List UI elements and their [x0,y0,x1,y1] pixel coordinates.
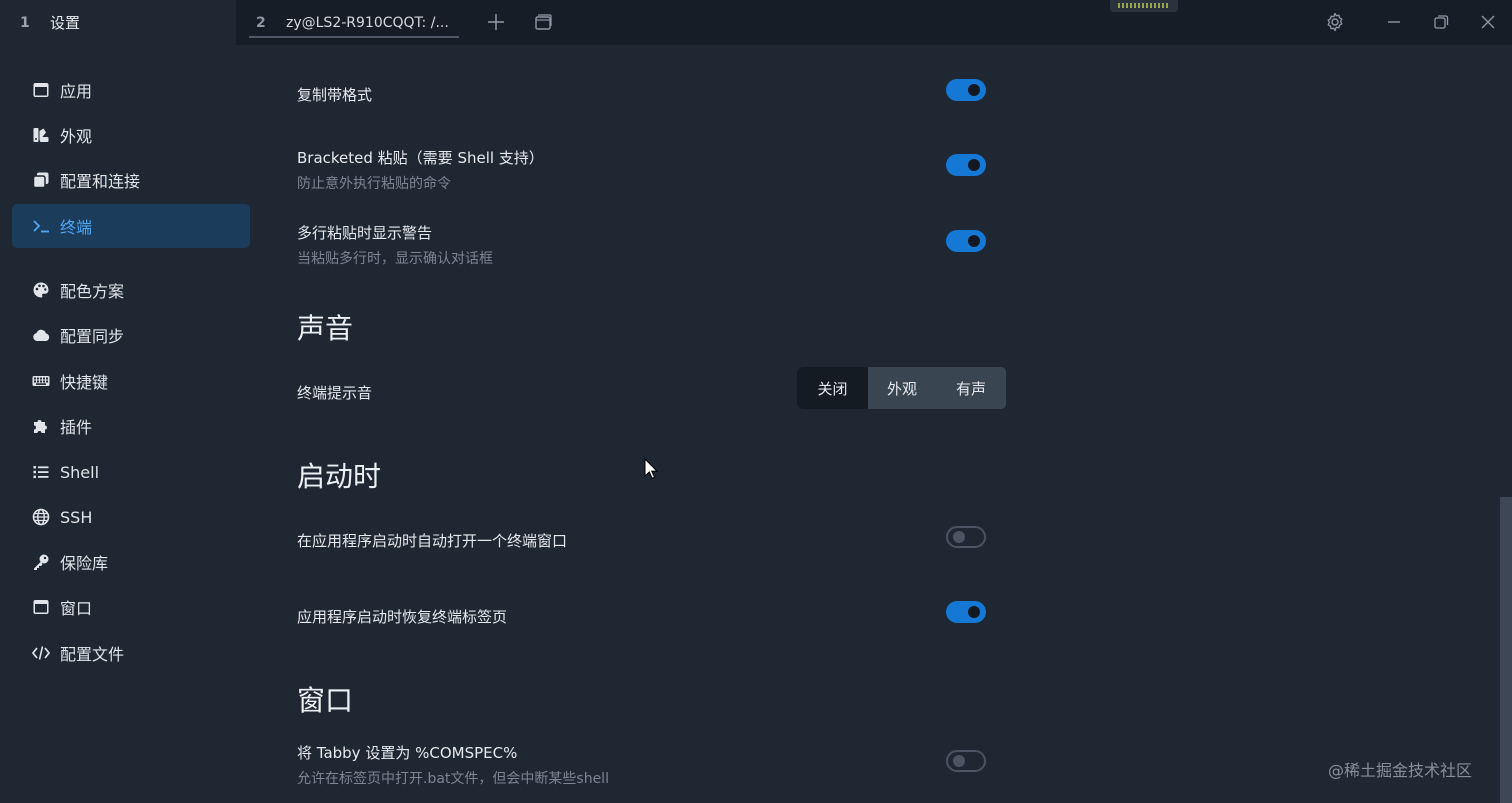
sidebar-item-ssh[interactable]: SSH [12,495,250,539]
bell-option-off[interactable]: 关闭 [797,367,868,409]
settings-content: 复制带格式 Bracketed 粘贴（需要 Shell 支持） 防止意外执行粘贴… [262,45,1500,803]
sidebar-item-profiles[interactable]: 配置和连接 [12,158,250,202]
bell-option-audible[interactable]: 有声 [936,367,1006,409]
terminal-prompt-icon [31,216,51,236]
sidebar-item-hotkeys[interactable]: 快捷键 [12,359,250,403]
terminal-bell-selector: 关闭 外观 有声 [797,367,1006,409]
section-title-sound: 声音 [297,312,354,345]
window-icon [31,597,51,617]
cloud-icon [31,325,51,345]
profiles-window-icon[interactable] [533,12,553,32]
scrollbar-thumb[interactable] [1500,497,1512,803]
sidebar-item-label: SSH [60,507,93,527]
comspec-desc: 允许在标签页中打开.bat文件，但会中断某些shell [297,771,609,787]
sidebar-item-label: Shell [60,462,100,482]
list-icon [31,462,51,482]
bracketed-paste-toggle[interactable] [946,154,986,176]
settings-sidebar: 应用 外观 配置和连接 终端 配色方案 配置同步 快捷键 插件 Shell SS… [0,45,262,803]
mouse-cursor-icon [644,457,659,480]
sidebar-item-label: 应用 [60,82,93,101]
sidebar-item-plugins[interactable]: 插件 [12,404,250,448]
multiline-warning-desc: 当粘贴多行时，显示确认对话框 [297,251,493,267]
tab-number: 1 [20,14,30,31]
activity-indicator [1110,0,1178,12]
comspec-label: 将 Tabby 设置为 %COMSPEC% [297,744,518,762]
sidebar-item-label: 配置同步 [60,327,125,346]
sidebar-item-label: 快捷键 [60,373,109,392]
puzzle-icon [31,416,51,436]
sidebar-item-label: 配置和连接 [60,172,141,191]
copy-formatting-label: 复制带格式 [297,86,373,104]
sidebar-item-config-file[interactable]: 配置文件 [12,631,250,675]
minimize-icon[interactable] [1384,12,1404,32]
sidebar-item-label: 终端 [60,218,93,237]
sidebar-item-shell[interactable]: Shell [12,450,250,494]
sidebar-item-sync[interactable]: 配置同步 [12,313,250,357]
copy-icon [31,170,51,190]
sidebar-item-label: 窗口 [60,599,93,618]
section-title-startup: 启动时 [297,460,382,493]
tab-title: 设置 [50,14,81,32]
close-icon[interactable] [1478,12,1498,32]
palette-swatch-icon [31,125,51,145]
code-icon [31,643,51,663]
bracketed-paste-desc: 防止意外执行粘贴的命令 [297,176,451,192]
multiline-warning-label: 多行粘贴时显示警告 [297,224,433,242]
tab-settings[interactable]: 1 设置 [0,0,236,45]
sidebar-item-vault[interactable]: 保险库 [12,540,250,584]
sidebar-item-label: 插件 [60,418,93,437]
tab-title: zy@LS2-R910CQQT: /... [286,14,449,31]
tab-underline [249,36,459,38]
restore-tabs-label: 应用程序启动时恢复终端标签页 [297,608,508,626]
title-bar: 1 设置 2 zy@LS2-R910CQQT: /... [0,0,1512,45]
copy-formatting-toggle[interactable] [946,79,986,101]
sidebar-item-terminal[interactable]: 终端 [12,204,250,248]
sidebar-item-appearance[interactable]: 外观 [12,113,250,157]
section-title-window: 窗口 [297,684,354,717]
terminal-bell-label: 终端提示音 [297,384,373,402]
sidebar-item-label: 保险库 [60,554,109,573]
multiline-warning-toggle[interactable] [946,230,986,252]
key-icon [31,552,51,572]
sidebar-item-color-scheme[interactable]: 配色方案 [12,268,250,312]
sidebar-item-label: 配置文件 [60,645,125,664]
bell-option-visual[interactable]: 外观 [868,367,936,409]
sidebar-item-label: 外观 [60,127,93,146]
restore-tabs-toggle[interactable] [946,601,986,623]
tab-terminal[interactable]: 2 zy@LS2-R910CQQT: /... [236,0,472,45]
open-on-startup-toggle[interactable] [946,526,986,548]
sidebar-item-application[interactable]: 应用 [12,68,250,112]
paint-palette-icon [31,280,51,300]
globe-icon [31,507,51,527]
keyboard-icon [31,371,51,391]
sidebar-item-window[interactable]: 窗口 [12,585,250,629]
restore-icon[interactable] [1431,12,1451,32]
new-tab-plus-icon[interactable] [486,12,506,32]
bracketed-paste-label: Bracketed 粘贴（需要 Shell 支持） [297,149,544,167]
sidebar-item-label: 配色方案 [60,282,125,301]
open-on-startup-label: 在应用程序启动时自动打开一个终端窗口 [297,532,568,550]
watermark: @稀土掘金技术社区 [1328,761,1473,780]
tab-number: 2 [256,14,266,31]
window-icon [31,80,51,100]
comspec-toggle[interactable] [946,750,986,772]
gear-icon[interactable] [1325,12,1345,32]
